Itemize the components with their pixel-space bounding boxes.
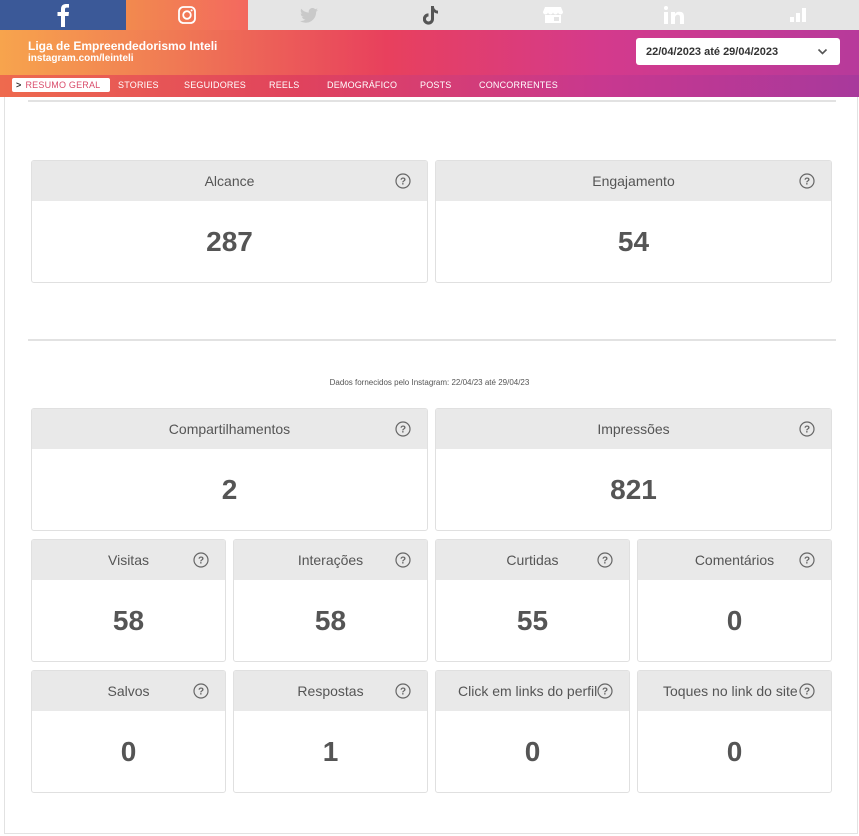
tab-concorrentes[interactable]: CONCORRENTES (479, 80, 558, 90)
help-icon[interactable]: ? (193, 552, 209, 568)
divider (28, 339, 836, 341)
date-range-select[interactable]: 22/04/2023 até 29/04/2023 (636, 38, 840, 65)
metric-card-engajamento: Engajamento ? 54 (435, 160, 832, 283)
chevron-right-icon: > (16, 80, 22, 90)
help-icon[interactable]: ? (395, 173, 411, 189)
linkedin-icon (664, 6, 684, 24)
svg-text:?: ? (400, 556, 406, 567)
help-icon[interactable]: ? (395, 421, 411, 437)
metric-card-interacoes: Interações ? 58 (233, 539, 428, 662)
metric-label: Click em links do perfil (458, 683, 598, 699)
metric-label: Impressões (597, 421, 670, 437)
tab-posts[interactable]: POSTS (420, 80, 452, 90)
tab-resumo-geral[interactable]: > RESUMO GERAL (12, 78, 110, 92)
metric-value: 0 (524, 735, 541, 767)
content-border-right (857, 97, 858, 834)
metric-value: 287 (206, 225, 253, 257)
svg-text:?: ? (400, 177, 406, 188)
svg-text:?: ? (602, 687, 608, 698)
help-icon[interactable]: ? (395, 683, 411, 699)
metric-label: Alcance (204, 173, 255, 189)
metric-label: Curtidas (506, 552, 559, 568)
svg-text:?: ? (804, 687, 810, 698)
metric-label: Compartilhamentos (168, 421, 291, 437)
svg-text:?: ? (400, 687, 406, 698)
account-url[interactable]: instagram.com/leinteli (28, 53, 134, 64)
report-tabs: > RESUMO GERAL STORIES SEGUIDORES REELS D… (0, 75, 859, 97)
help-icon[interactable]: ? (395, 552, 411, 568)
metric-card-respostas: Respostas ? 1 (233, 670, 428, 793)
svg-text:?: ? (804, 177, 810, 188)
metric-card-clicks-links: Click em links do perfil ? 0 (435, 670, 630, 793)
tiktok-icon (423, 5, 438, 25)
metric-value: 2 (221, 473, 238, 505)
instagram-icon (178, 6, 196, 24)
chevron-down-icon (817, 48, 828, 55)
metric-label: Toques no link do site (663, 683, 798, 699)
metric-card-toques-link: Toques no link do site ? 0 (637, 670, 832, 793)
account-name: Liga de Empreendedorismo Inteli (28, 39, 218, 53)
account-header: Liga de Empreendedorismo Inteli instagra… (0, 30, 859, 75)
help-icon[interactable]: ? (799, 552, 815, 568)
help-icon[interactable]: ? (193, 683, 209, 699)
help-icon[interactable]: ? (597, 552, 613, 568)
help-icon[interactable]: ? (799, 421, 815, 437)
metric-card-salvos: Salvos ? 0 (31, 670, 226, 793)
metric-card-visitas: Visitas ? 58 (31, 539, 226, 662)
help-icon[interactable]: ? (799, 173, 815, 189)
twitter-icon (300, 7, 318, 23)
metric-card-comentarios: Comentários ? 0 (637, 539, 832, 662)
metric-label: Respostas (297, 683, 364, 699)
content-border-bottom (4, 833, 858, 834)
data-source-caption: Dados fornecidos pelo Instagram: 22/04/2… (329, 378, 530, 387)
metric-card-compartilhamentos: Compartilhamentos ? 2 (31, 408, 428, 531)
help-icon[interactable]: ? (799, 683, 815, 699)
content-border-left (4, 97, 5, 834)
bar-chart-icon (789, 8, 806, 22)
tiktok-tab[interactable] (370, 0, 492, 30)
metric-value: 0 (120, 735, 137, 767)
tab-reels[interactable]: REELS (269, 80, 300, 90)
twitter-tab[interactable] (248, 0, 370, 30)
metric-label: Comentários (694, 552, 775, 568)
tab-seguidores[interactable]: SEGUIDORES (184, 80, 246, 90)
linkedin-tab[interactable] (614, 0, 736, 30)
svg-text:?: ? (602, 556, 608, 567)
date-range-value: 22/04/2023 até 29/04/2023 (646, 45, 779, 58)
instagram-tab[interactable] (126, 0, 248, 30)
metric-label: Visitas (108, 552, 149, 568)
analytics-tab[interactable] (736, 0, 859, 30)
metric-value: 58 (112, 604, 145, 636)
metric-value: 1 (322, 735, 339, 767)
social-network-bar (0, 0, 859, 30)
metric-value: 54 (617, 225, 650, 257)
tab-demografico[interactable]: DEMOGRÁFICO (327, 80, 397, 90)
metric-card-impressoes: Impressões ? 821 (435, 408, 832, 531)
metric-value: 0 (726, 604, 743, 636)
metric-value: 55 (516, 604, 549, 636)
metric-card-curtidas: Curtidas ? 55 (435, 539, 630, 662)
metric-value: 821 (610, 473, 657, 505)
metric-label: Salvos (107, 683, 150, 699)
tab-stories[interactable]: STORIES (118, 80, 159, 90)
metric-value: 0 (726, 735, 743, 767)
svg-text:?: ? (400, 425, 406, 436)
store-icon (543, 7, 563, 23)
metric-label: Interações (297, 552, 364, 568)
divider (28, 100, 836, 102)
facebook-icon (57, 4, 69, 27)
metric-label: Engajamento (592, 173, 675, 189)
help-icon[interactable]: ? (597, 683, 613, 699)
google-business-tab[interactable] (492, 0, 614, 30)
svg-text:?: ? (804, 425, 810, 436)
svg-text:?: ? (198, 687, 204, 698)
facebook-tab[interactable] (0, 0, 126, 30)
metric-value: 58 (314, 604, 347, 636)
svg-text:?: ? (804, 556, 810, 567)
metric-card-alcance: Alcance ? 287 (31, 160, 428, 283)
svg-text:?: ? (198, 556, 204, 567)
